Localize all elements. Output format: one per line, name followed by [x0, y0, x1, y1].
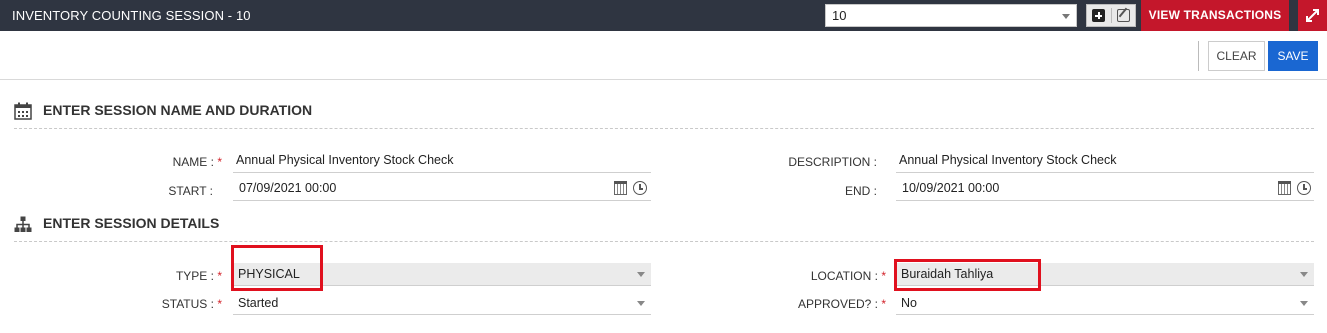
required-marker: * — [881, 297, 886, 311]
name-field[interactable]: Annual Physical Inventory Stock Check — [236, 153, 453, 167]
expand-button[interactable] — [1298, 0, 1327, 31]
name-field-underline — [233, 172, 651, 173]
page-title: INVENTORY COUNTING SESSION - 10 — [12, 8, 251, 23]
start-field-underline — [233, 200, 651, 201]
name-label: NAME : * — [172, 155, 222, 169]
description-label: DESCRIPTION : — [788, 155, 877, 169]
required-marker: * — [881, 269, 886, 283]
section-title: ENTER SESSION DETAILS — [43, 215, 220, 231]
required-marker: * — [217, 297, 222, 311]
divider — [1111, 8, 1112, 23]
approved-select[interactable]: No — [896, 292, 1314, 315]
hierarchy-icon — [14, 216, 32, 232]
approved-select-value: No — [901, 296, 917, 310]
status-select-value: Started — [238, 296, 279, 310]
section-heading-details: ENTER SESSION DETAILS — [14, 214, 414, 234]
status-select[interactable]: Started — [233, 292, 651, 315]
section-divider — [14, 128, 1314, 129]
expand-icon — [1306, 9, 1319, 22]
end-field-underline — [896, 200, 1314, 201]
section-divider — [14, 241, 1314, 242]
approved-label: APPROVED? : * — [797, 297, 886, 311]
highlight-box-location — [894, 259, 1041, 291]
session-select-value: 10 — [832, 8, 847, 23]
status-label: STATUS : * — [161, 297, 222, 311]
chevron-down-icon — [1300, 301, 1308, 306]
description-field[interactable]: Annual Physical Inventory Stock Check — [899, 153, 1116, 167]
save-button[interactable]: SAVE — [1268, 41, 1318, 71]
session-select[interactable]: 10 — [825, 4, 1077, 27]
chevron-down-icon — [637, 272, 645, 277]
chevron-down-icon — [1062, 14, 1070, 19]
start-label: START : — [168, 184, 213, 198]
title-bar: INVENTORY COUNTING SESSION - 10 10 VIEW … — [0, 0, 1327, 31]
action-toolbar: CLEAR SAVE — [0, 31, 1327, 80]
end-label: END : — [844, 184, 877, 198]
calendar-icon[interactable] — [1278, 181, 1291, 195]
end-date-field[interactable]: 10/09/2021 00:00 — [902, 181, 999, 195]
add-edit-group — [1086, 4, 1136, 27]
section-title: ENTER SESSION NAME AND DURATION — [43, 102, 313, 118]
required-marker: * — [217, 269, 222, 283]
view-transactions-button[interactable]: VIEW TRANSACTIONS — [1141, 0, 1289, 31]
type-label: TYPE : * — [175, 269, 222, 283]
section-heading-duration: ENTER SESSION NAME AND DURATION — [14, 101, 414, 121]
add-icon[interactable] — [1092, 9, 1105, 22]
chevron-down-icon — [637, 301, 645, 306]
description-field-underline — [896, 172, 1314, 173]
clear-button[interactable]: CLEAR — [1208, 41, 1265, 71]
required-marker: * — [217, 155, 222, 169]
start-date-field[interactable]: 07/09/2021 00:00 — [239, 181, 336, 195]
clock-icon[interactable] — [1297, 181, 1311, 195]
edit-icon[interactable] — [1117, 9, 1130, 22]
clock-icon[interactable] — [633, 181, 647, 195]
location-label: LOCATION : * — [810, 269, 886, 283]
chevron-down-icon — [1300, 272, 1308, 277]
calendar-icon — [14, 102, 32, 120]
calendar-icon[interactable] — [614, 181, 627, 195]
highlight-box-type — [231, 245, 323, 291]
toolbar-divider — [1198, 41, 1199, 71]
